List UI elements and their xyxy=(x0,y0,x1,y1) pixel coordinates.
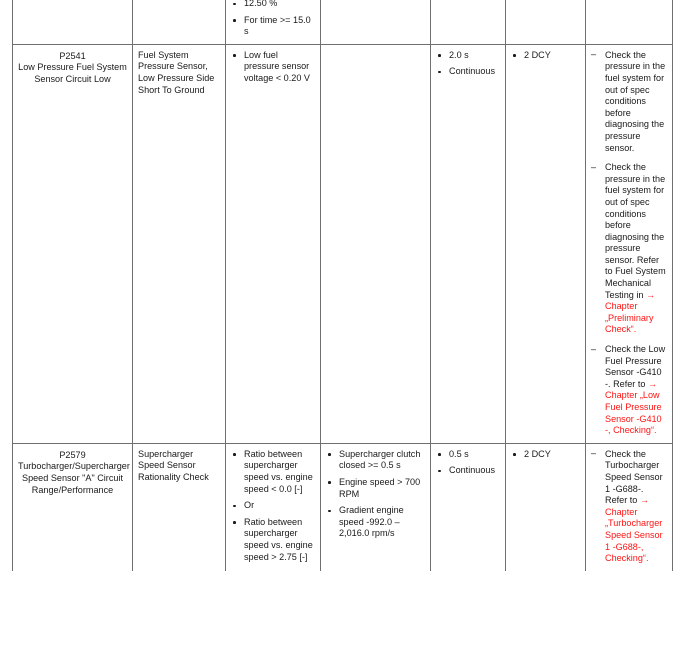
list-item: 2 DCY xyxy=(511,449,580,461)
list-item: 2 DCY xyxy=(511,50,580,62)
cell-code xyxy=(12,0,133,45)
list-item: Supercharger clutch closed >= 0.5 s xyxy=(326,449,425,472)
list-item: Continuous xyxy=(436,66,500,78)
dtc-code: P2579 xyxy=(59,449,86,460)
cell-driving-cycle: 2 DCY xyxy=(505,43,586,444)
cell-detection-time: 0.5 s Continuous xyxy=(430,442,506,571)
fault-type-text: Supercharger Speed Sensor Rationality Ch… xyxy=(138,448,209,482)
remedy-text: Check the pressure in the fuel system fo… xyxy=(605,49,666,153)
list-item: Ratio between supercharger speed vs. eng… xyxy=(231,449,315,495)
cell-remedy: Check the Turbocharger Speed Sensor 1 -G… xyxy=(585,442,673,571)
dtc-description: Turbocharger/Supercharger Speed Sensor "… xyxy=(18,461,130,495)
document-page: 12.50 % For time >= 15.0 s P2541 Low Pre… xyxy=(0,0,677,646)
table-row: P2541 Low Pressure Fuel System Sensor Ci… xyxy=(12,43,673,444)
remedy-item: Check the pressure in the fuel system fo… xyxy=(591,162,667,336)
cell-detection-time: 2.0 s Continuous xyxy=(430,43,506,444)
cell-fault-type: Supercharger Speed Sensor Rationality Ch… xyxy=(132,442,226,571)
cell-fault-type xyxy=(132,0,226,45)
fault-type-text: Fuel System Pressure Sensor, Low Pressur… xyxy=(138,49,215,95)
list-item: 0.5 s xyxy=(436,449,500,461)
remedy-text: Check the Turbocharger Speed Sensor 1 -G… xyxy=(605,448,663,506)
cell-secondary-parameters: Supercharger clutch closed >= 0.5 s Engi… xyxy=(320,442,431,571)
cell-code: P2541 Low Pressure Fuel System Sensor Ci… xyxy=(12,43,133,444)
list-item: Continuous xyxy=(436,465,500,477)
cell-code: P2579 Turbocharger/Supercharger Speed Se… xyxy=(12,442,133,571)
dtc-code: P2541 xyxy=(59,50,86,61)
cell-remedy xyxy=(585,0,673,45)
list-item: Gradient engine speed -992.0 – 2,016.0 r… xyxy=(326,505,425,540)
remedy-item: Check the pressure in the fuel system fo… xyxy=(591,49,667,154)
cell-secondary-parameters xyxy=(320,43,431,444)
cell-fault-type: Fuel System Pressure Sensor, Low Pressur… xyxy=(132,43,226,444)
dtc-description: Low Pressure Fuel System Sensor Circuit … xyxy=(18,62,127,84)
cell-detection-time xyxy=(430,0,506,45)
list-item: Low fuel pressure sensor voltage < 0.20 … xyxy=(231,50,315,85)
list-item: 12.50 % xyxy=(231,0,315,10)
list-item: Engine speed > 700 RPM xyxy=(326,477,425,500)
cell-detection-conditions: Ratio between supercharger speed vs. eng… xyxy=(225,442,321,571)
remedy-item: Check the Low Fuel Pressure Sensor -G410… xyxy=(591,344,667,437)
list-item: Ratio between supercharger speed vs. eng… xyxy=(231,517,315,563)
list-item: For time >= 15.0 s xyxy=(231,15,315,38)
cell-driving-cycle: 2 DCY xyxy=(505,442,586,571)
cell-secondary-parameters xyxy=(320,0,431,45)
table-row: 12.50 % For time >= 15.0 s xyxy=(12,0,673,45)
list-item: 2.0 s xyxy=(436,50,500,62)
remedy-item: Check the Turbocharger Speed Sensor 1 -G… xyxy=(591,448,667,565)
dtc-table: 12.50 % For time >= 15.0 s P2541 Low Pre… xyxy=(12,0,673,571)
table-row: P2579 Turbocharger/Supercharger Speed Se… xyxy=(12,442,673,571)
cell-detection-conditions: Low fuel pressure sensor voltage < 0.20 … xyxy=(225,43,321,444)
cell-remedy: Check the pressure in the fuel system fo… xyxy=(585,43,673,444)
chapter-link[interactable]: → Chapter „Turbocharger Speed Sensor 1 -… xyxy=(605,495,663,563)
cell-detection-conditions: 12.50 % For time >= 15.0 s xyxy=(225,0,321,45)
remedy-text: Check the pressure in the fuel system fo… xyxy=(605,162,666,300)
list-item: Or xyxy=(231,500,315,512)
cell-driving-cycle xyxy=(505,0,586,45)
